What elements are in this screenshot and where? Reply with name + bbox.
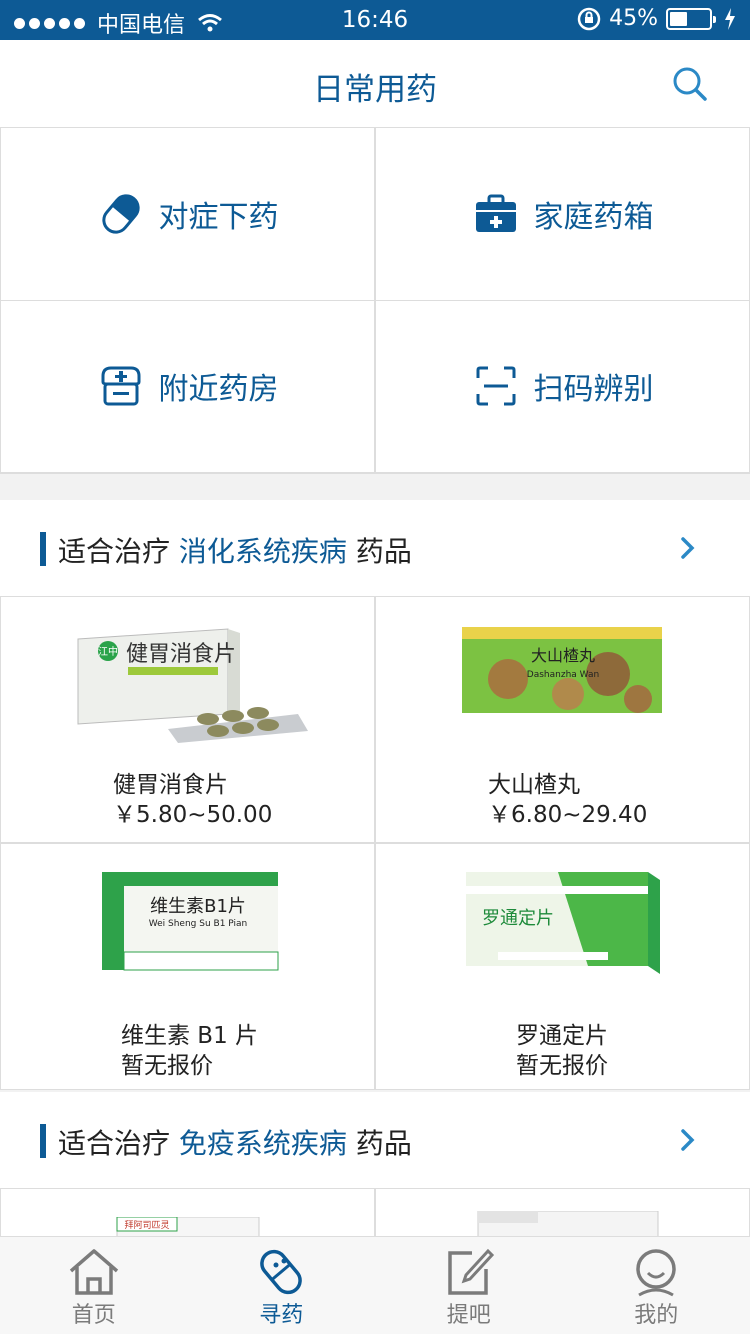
product-price: ￥6.80~29.40 bbox=[488, 802, 648, 828]
product-name: 健胃消食片 bbox=[113, 772, 228, 798]
product-image: 罗通定片 bbox=[465, 872, 660, 974]
product-box-subname: Wei Sheng Su B1 Pian bbox=[148, 919, 247, 929]
home-icon bbox=[69, 1249, 118, 1295]
section-title: 适合治疗 免疫系统疾病 药品 bbox=[58, 1122, 412, 1162]
tab-label: 首页 bbox=[71, 1303, 116, 1328]
rotation-lock-icon bbox=[577, 7, 601, 30]
section-category: 消化系统疾病 bbox=[178, 535, 347, 568]
product-box-subname: Dashanzha Wan bbox=[526, 670, 598, 680]
shortcut-label: 附近药房 bbox=[158, 372, 279, 408]
pharmacy-icon bbox=[101, 366, 140, 406]
product-grid-digestive: 江中 健胃消食片 健胃消食片 ￥5.80~50.00 大山楂丸 Dashanzh… bbox=[0, 596, 750, 1090]
section-accent-bar bbox=[40, 1124, 46, 1158]
product-image: 大山楂丸 Dashanzha Wan bbox=[461, 627, 662, 713]
section-suffix: 药品 bbox=[355, 535, 412, 568]
edit-icon bbox=[448, 1248, 494, 1295]
status-bar: 中国电信 16:46 45% bbox=[0, 0, 750, 40]
product-card[interactable]: 江中 健胃消食片 健胃消食片 ￥5.80~50.00 bbox=[0, 596, 375, 843]
product-grid-immune: 拜阿司匹灵 bbox=[0, 1188, 750, 1236]
product-name: 大山楂丸 bbox=[488, 772, 580, 798]
product-image: 维生素B1片 Wei Sheng Su B1 Pian bbox=[101, 872, 278, 971]
page-title: 日常用药 bbox=[313, 72, 437, 108]
tab-label: 我的 bbox=[634, 1303, 679, 1328]
shortcut-scan[interactable]: 扫码辨别 bbox=[375, 300, 750, 473]
product-card[interactable]: 维生素B1片 Wei Sheng Su B1 Pian 维生素 B1 片 暂无报… bbox=[0, 843, 375, 1090]
status-right: 45% bbox=[577, 6, 736, 31]
section-prefix: 适合治疗 bbox=[58, 1127, 171, 1160]
battery-icon bbox=[666, 7, 716, 30]
capsule-icon bbox=[260, 1249, 303, 1295]
tab-label: 提吧 bbox=[446, 1303, 491, 1328]
search-icon[interactable] bbox=[670, 64, 710, 104]
product-box-brand: 江中 bbox=[98, 645, 118, 658]
product-price: 暂无报价 bbox=[516, 1053, 608, 1079]
tab-bar: 首页 寻药 提吧 我的 bbox=[0, 1236, 750, 1334]
tab-profile[interactable]: 我的 bbox=[563, 1237, 750, 1334]
section-category: 免疫系统疾病 bbox=[178, 1127, 347, 1160]
section-title: 适合治疗 消化系统疾病 药品 bbox=[58, 530, 412, 570]
product-card[interactable]: 拜阿司匹灵 bbox=[0, 1188, 375, 1236]
product-box-name: 大山楂丸 bbox=[530, 646, 594, 665]
nav-bar: 日常用药 bbox=[0, 40, 750, 128]
shortcut-symptom[interactable]: 对症下药 bbox=[0, 128, 375, 301]
product-box-name: 罗通定片 bbox=[482, 908, 554, 929]
section-header-immune[interactable]: 适合治疗 免疫系统疾病 药品 bbox=[0, 1092, 750, 1188]
product-card[interactable] bbox=[375, 1188, 750, 1236]
product-card[interactable]: 罗通定片 罗通定片 暂无报价 bbox=[375, 843, 750, 1090]
shortcut-label: 扫码辨别 bbox=[533, 372, 654, 408]
pill-icon bbox=[101, 194, 140, 234]
tab-find-medicine[interactable]: 寻药 bbox=[188, 1237, 376, 1334]
product-image: 拜阿司匹灵 bbox=[116, 1217, 259, 1236]
section-accent-bar bbox=[40, 532, 46, 566]
battery-percent: 45% bbox=[609, 6, 658, 31]
shortcut-grid: 对症下药 家庭药箱 附近药房 扫码辨别 bbox=[0, 128, 750, 474]
battery-fill bbox=[670, 11, 688, 26]
shortcut-medicine-kit[interactable]: 家庭药箱 bbox=[375, 128, 750, 301]
section-header-digestive[interactable]: 适合治疗 消化系统疾病 药品 bbox=[0, 500, 750, 596]
product-price: 暂无报价 bbox=[121, 1053, 213, 1079]
medicine-kit-icon bbox=[475, 194, 516, 232]
tab-home[interactable]: 首页 bbox=[0, 1237, 188, 1334]
product-name: 罗通定片 bbox=[516, 1023, 608, 1049]
product-box-name: 健胃消食片 bbox=[126, 642, 236, 667]
product-box-name: 维生素B1片 bbox=[150, 896, 246, 917]
scan-icon bbox=[476, 366, 515, 406]
shortcut-pharmacy[interactable]: 附近药房 bbox=[0, 300, 375, 473]
product-price: ￥5.80~50.00 bbox=[113, 802, 273, 828]
product-name: 维生素 B1 片 bbox=[121, 1023, 259, 1049]
section-suffix: 药品 bbox=[355, 1127, 412, 1160]
shortcut-label: 家庭药箱 bbox=[533, 199, 654, 235]
user-icon bbox=[636, 1249, 676, 1297]
product-card[interactable]: 大山楂丸 Dashanzha Wan 大山楂丸 ￥6.80~29.40 bbox=[375, 596, 750, 843]
chevron-right-icon[interactable] bbox=[678, 534, 698, 562]
section-prefix: 适合治疗 bbox=[58, 535, 171, 568]
chevron-right-icon[interactable] bbox=[678, 1126, 698, 1154]
product-image: 江中 健胃消食片 bbox=[77, 628, 308, 743]
shortcut-label: 对症下药 bbox=[158, 199, 279, 235]
tab-forum[interactable]: 提吧 bbox=[375, 1237, 563, 1334]
charging-icon bbox=[725, 7, 735, 30]
product-image bbox=[477, 1211, 658, 1236]
product-box-name: 拜阿司匹灵 bbox=[124, 1220, 169, 1231]
tab-label: 寻药 bbox=[259, 1303, 304, 1328]
